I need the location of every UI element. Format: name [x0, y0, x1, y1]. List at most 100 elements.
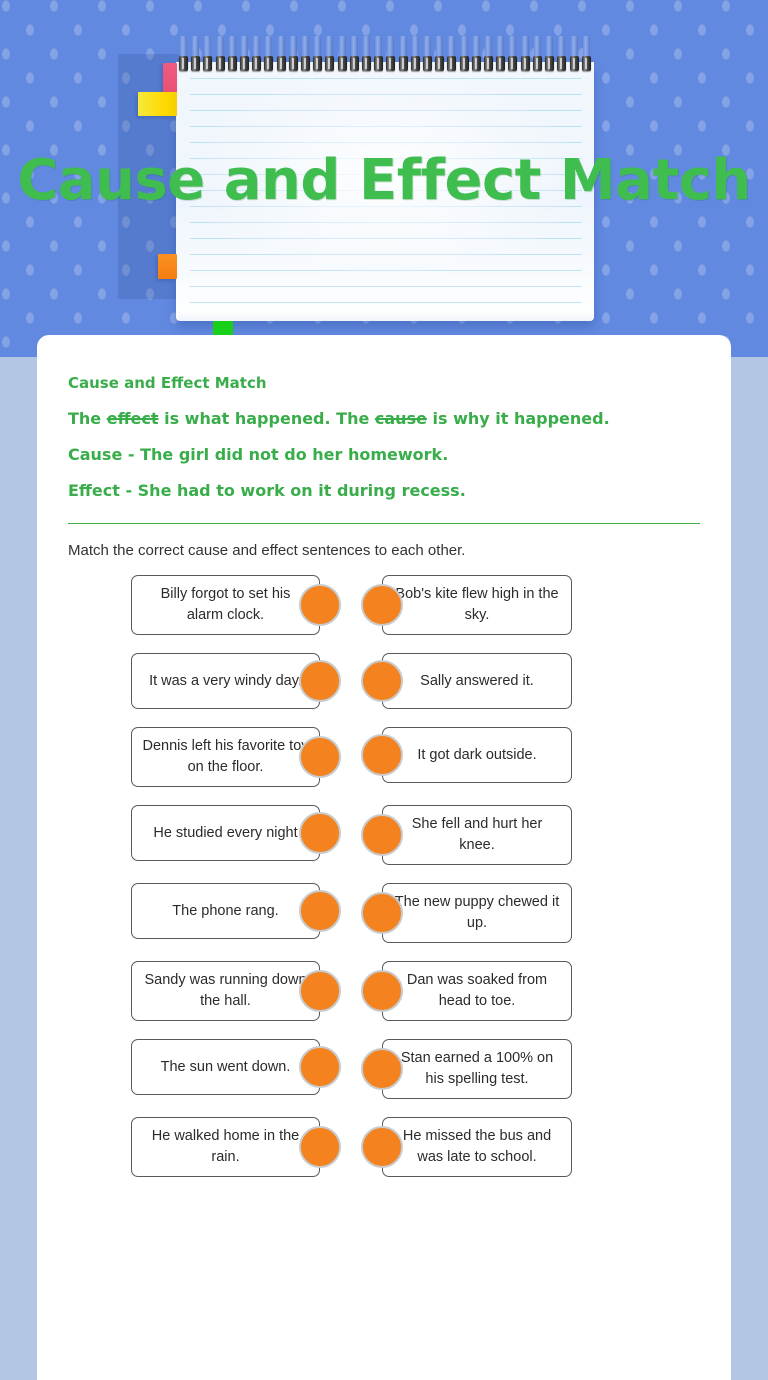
effect-connector-dot[interactable] [361, 584, 403, 626]
spiral-ring [362, 36, 372, 72]
match-row: The phone rang. The new puppy chewed it u… [68, 883, 700, 943]
match-row: The sun went down. Stan earned a 100% on … [68, 1039, 700, 1099]
spiral-ring [288, 36, 298, 72]
effect-card-text: It got dark outside. [417, 746, 537, 763]
cause-card-text: It was a very windy day. [149, 672, 302, 689]
spiral-ring [374, 36, 384, 72]
cause-card[interactable]: He studied every night [131, 805, 341, 861]
effect-card-text: He missed the bus and was late to school… [402, 1128, 552, 1165]
effect-card[interactable]: The new puppy chewed it up. [361, 883, 572, 943]
spiral-ring [313, 36, 323, 72]
cause-card-slot: Dennis left his favorite toy on the floo… [68, 727, 341, 787]
effect-card-text: The new puppy chewed it up. [394, 894, 560, 931]
spiral-ring [386, 36, 396, 72]
effect-connector-dot[interactable] [361, 1126, 403, 1168]
spiral-ring [215, 36, 225, 72]
definition-part-1: The [68, 409, 107, 428]
effect-card-slot: Sally answered it. [320, 653, 700, 709]
spiral-ring [435, 36, 445, 72]
effect-card-slot: The new puppy chewed it up. [320, 883, 700, 943]
spiral-ring [508, 36, 518, 72]
cause-card[interactable]: It was a very windy day. [131, 653, 341, 709]
cause-card-slot: Billy forgot to set his alarm clock. [68, 575, 341, 635]
cause-card-text: Sandy was running down the hall. [144, 972, 307, 1009]
cause-card-text: The sun went down. [160, 1058, 291, 1075]
effect-card[interactable]: Stan earned a 100% on his spelling test. [361, 1039, 572, 1099]
spiral-ring [325, 36, 335, 72]
spiral-ring [581, 36, 591, 72]
orange-tab [158, 254, 177, 279]
spiral-ring [349, 36, 359, 72]
effect-card-slot: Stan earned a 100% on his spelling test. [320, 1039, 700, 1099]
spiral-ring [569, 36, 579, 72]
example-cause: Cause - The girl did not do her homework… [68, 445, 449, 464]
notebook-bottom-edge [178, 311, 592, 321]
spiral-ring [532, 36, 542, 72]
pink-tab [163, 63, 177, 93]
effect-connector-dot[interactable] [361, 660, 403, 702]
spiral-ring [398, 36, 408, 72]
effect-card-text: Bob's kite flew high in the sky. [395, 586, 559, 623]
yellow-tab [138, 92, 177, 116]
effect-connector-dot[interactable] [361, 892, 403, 934]
cause-card-slot: The phone rang. [68, 883, 341, 939]
effect-card[interactable]: Dan was soaked from head to toe. [361, 961, 572, 1021]
effect-card-text: Sally answered it. [420, 672, 534, 689]
cause-card[interactable]: Billy forgot to set his alarm clock. [131, 575, 341, 635]
match-row: Sandy was running down the hall. Dan was … [68, 961, 700, 1021]
spiral-ring [191, 36, 201, 72]
green-tab [213, 321, 233, 336]
spiral-ring [179, 36, 188, 72]
spiral-ring [252, 36, 262, 72]
lesson-definition: The effect is what happened. The cause i… [68, 401, 700, 437]
cause-connector-dot[interactable] [299, 584, 341, 626]
definition-part-3: is why it happened. [426, 409, 610, 428]
effect-card[interactable]: Bob's kite flew high in the sky. [361, 575, 572, 635]
effect-card-text: She fell and hurt her knee. [411, 816, 543, 853]
cause-card[interactable]: Dennis left his favorite toy on the floo… [131, 727, 341, 787]
effect-card-slot: It got dark outside. [320, 727, 700, 783]
cause-connector-dot[interactable] [299, 1126, 341, 1168]
cause-card-text: Billy forgot to set his alarm clock. [160, 586, 291, 623]
effect-connector-dot[interactable] [361, 814, 403, 856]
cause-card[interactable]: The sun went down. [131, 1039, 341, 1095]
spiral-ring [227, 36, 237, 72]
definition-part-2: is what happened. The [158, 409, 375, 428]
effect-card[interactable]: It got dark outside. [361, 727, 572, 783]
cause-card[interactable]: The phone rang. [131, 883, 341, 939]
spiral-ring [410, 36, 420, 72]
effect-connector-dot[interactable] [361, 970, 403, 1012]
effect-card-slot: She fell and hurt her knee. [320, 805, 700, 865]
cause-card[interactable]: He walked home in the rain. [131, 1117, 341, 1177]
cause-connector-dot[interactable] [299, 970, 341, 1012]
spiral-ring [240, 36, 250, 72]
spiral-ring [276, 36, 286, 72]
cause-card[interactable]: Sandy was running down the hall. [131, 961, 341, 1021]
cause-connector-dot[interactable] [299, 812, 341, 854]
effect-card-slot: Bob's kite flew high in the sky. [320, 575, 700, 635]
effect-card[interactable]: She fell and hurt her knee. [361, 805, 572, 865]
spiral-ring [264, 36, 274, 72]
effect-connector-dot[interactable] [361, 1048, 403, 1090]
effect-card-text: Dan was soaked from head to toe. [406, 972, 548, 1009]
cause-connector-dot[interactable] [299, 890, 341, 932]
cause-card-slot: He walked home in the rain. [68, 1117, 341, 1177]
instructions-text: Match the correct cause and effect sente… [68, 542, 466, 559]
cause-connector-dot[interactable] [299, 736, 341, 778]
match-row: It was a very windy day. Sally answered i… [68, 653, 700, 709]
definition-term-effect: effect [106, 409, 159, 428]
spiral-ring [471, 36, 481, 72]
spiral-ring [203, 36, 213, 72]
effect-card[interactable]: He missed the bus and was late to school… [361, 1117, 572, 1177]
spiral-ring [520, 36, 530, 72]
cause-card-text: He walked home in the rain. [151, 1128, 300, 1165]
spiral-ring [545, 36, 555, 72]
cause-card-slot: The sun went down. [68, 1039, 341, 1095]
match-row: He walked home in the rain. He missed the… [68, 1117, 700, 1177]
effect-card-slot: He missed the bus and was late to school… [320, 1117, 700, 1177]
cause-connector-dot[interactable] [299, 1046, 341, 1088]
cause-connector-dot[interactable] [299, 660, 341, 702]
effect-card[interactable]: Sally answered it. [361, 653, 572, 709]
match-rows-container: Billy forgot to set his alarm clock. Bob'… [68, 575, 700, 1177]
effect-connector-dot[interactable] [361, 734, 403, 776]
